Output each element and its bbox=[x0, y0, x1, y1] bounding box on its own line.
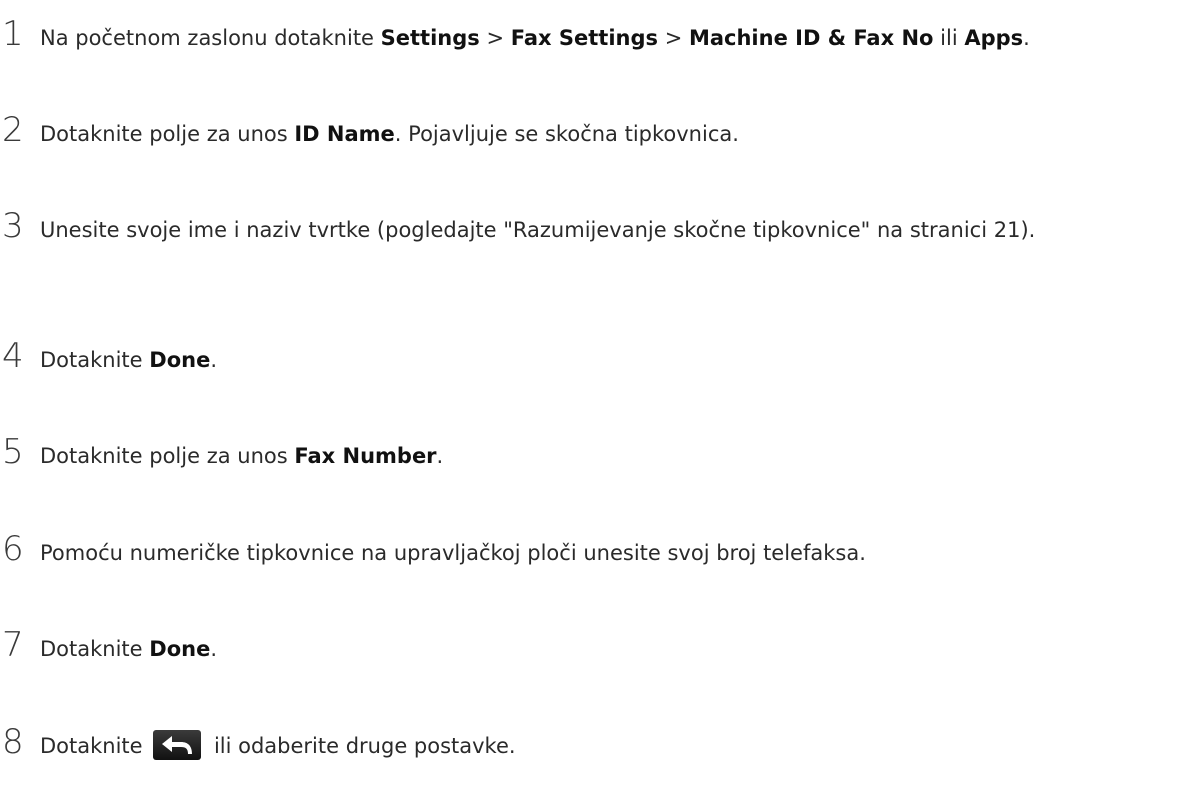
instruction-steps: 1 Na početnom zaslonu dotaknite Settings… bbox=[0, 0, 1186, 785]
step-number: 1 bbox=[2, 14, 24, 54]
step-text-part: Na početnom zaslonu dotaknite bbox=[40, 26, 381, 50]
step-text-part: ili odaberite druge postavke. bbox=[207, 734, 516, 758]
fax-settings-label: Fax Settings bbox=[510, 26, 659, 50]
step-3: 3 Unesite svoje ime i naziv tvrtke (pogl… bbox=[0, 207, 1186, 247]
done-label: Done bbox=[149, 637, 211, 661]
step-text: Unesite svoje ime i naziv tvrtke (pogled… bbox=[40, 218, 1036, 242]
back-arrow-icon bbox=[153, 730, 202, 760]
step-text-part: Dotaknite polje za unos bbox=[40, 122, 295, 146]
fax-number-label: Fax Number bbox=[294, 444, 437, 468]
id-name-label: ID Name bbox=[294, 122, 395, 146]
step-6: 6 Pomoću numeričke tipkovnice na upravlj… bbox=[0, 530, 1186, 570]
step-number: 7 bbox=[2, 625, 24, 665]
done-label: Done bbox=[149, 348, 211, 372]
step-number: 4 bbox=[2, 336, 24, 376]
apps-label: Apps bbox=[964, 26, 1024, 50]
separator: > bbox=[658, 26, 689, 50]
step-text: Pomoću numeričke tipkovnice na upravljač… bbox=[40, 541, 866, 565]
step-text: Na početnom zaslonu dotaknite Settings >… bbox=[40, 15, 1180, 55]
step-text-part: Dotaknite bbox=[40, 734, 150, 758]
step-number: 5 bbox=[2, 432, 24, 472]
step-text-part: . Pojavljuje se skočna tipkovnica. bbox=[394, 122, 739, 146]
step-text: Dotaknite Done. bbox=[40, 626, 1180, 666]
step-8: 8 Dotaknite ili odaberite druge postavke… bbox=[0, 723, 1186, 763]
step-1: 1 Na početnom zaslonu dotaknite Settings… bbox=[0, 15, 1186, 55]
step-4: 4 Dotaknite Done. bbox=[0, 337, 1186, 377]
step-7: 7 Dotaknite Done. bbox=[0, 626, 1186, 666]
step-text-part: . bbox=[210, 637, 218, 661]
settings-label: Settings bbox=[380, 26, 480, 50]
step-text-part: Dotaknite polje za unos bbox=[40, 444, 295, 468]
step-text-part: . bbox=[1023, 26, 1030, 50]
step-5: 5 Dotaknite polje za unos Fax Number. bbox=[0, 433, 1186, 473]
step-text: Dotaknite Done. bbox=[40, 337, 1180, 377]
step-number: 2 bbox=[2, 110, 24, 150]
step-text-part: Dotaknite bbox=[40, 348, 150, 372]
step-text-part: . bbox=[210, 348, 218, 372]
step-text: Dotaknite polje za unos ID Name. Pojavlj… bbox=[40, 111, 1180, 151]
step-number: 6 bbox=[2, 529, 24, 569]
step-number: 3 bbox=[2, 206, 24, 246]
step-text-part: ili bbox=[933, 26, 965, 50]
step-text-part: . bbox=[436, 444, 444, 468]
step-text: Dotaknite ili odaberite druge postavke. bbox=[40, 723, 1180, 763]
step-number: 8 bbox=[2, 722, 24, 762]
step-2: 2 Dotaknite polje za unos ID Name. Pojav… bbox=[0, 111, 1186, 151]
machine-id-label: Machine ID & Fax No bbox=[688, 26, 934, 50]
step-text-part: Dotaknite bbox=[40, 637, 150, 661]
separator: > bbox=[479, 26, 511, 50]
step-text: Dotaknite polje za unos Fax Number. bbox=[40, 433, 1180, 473]
